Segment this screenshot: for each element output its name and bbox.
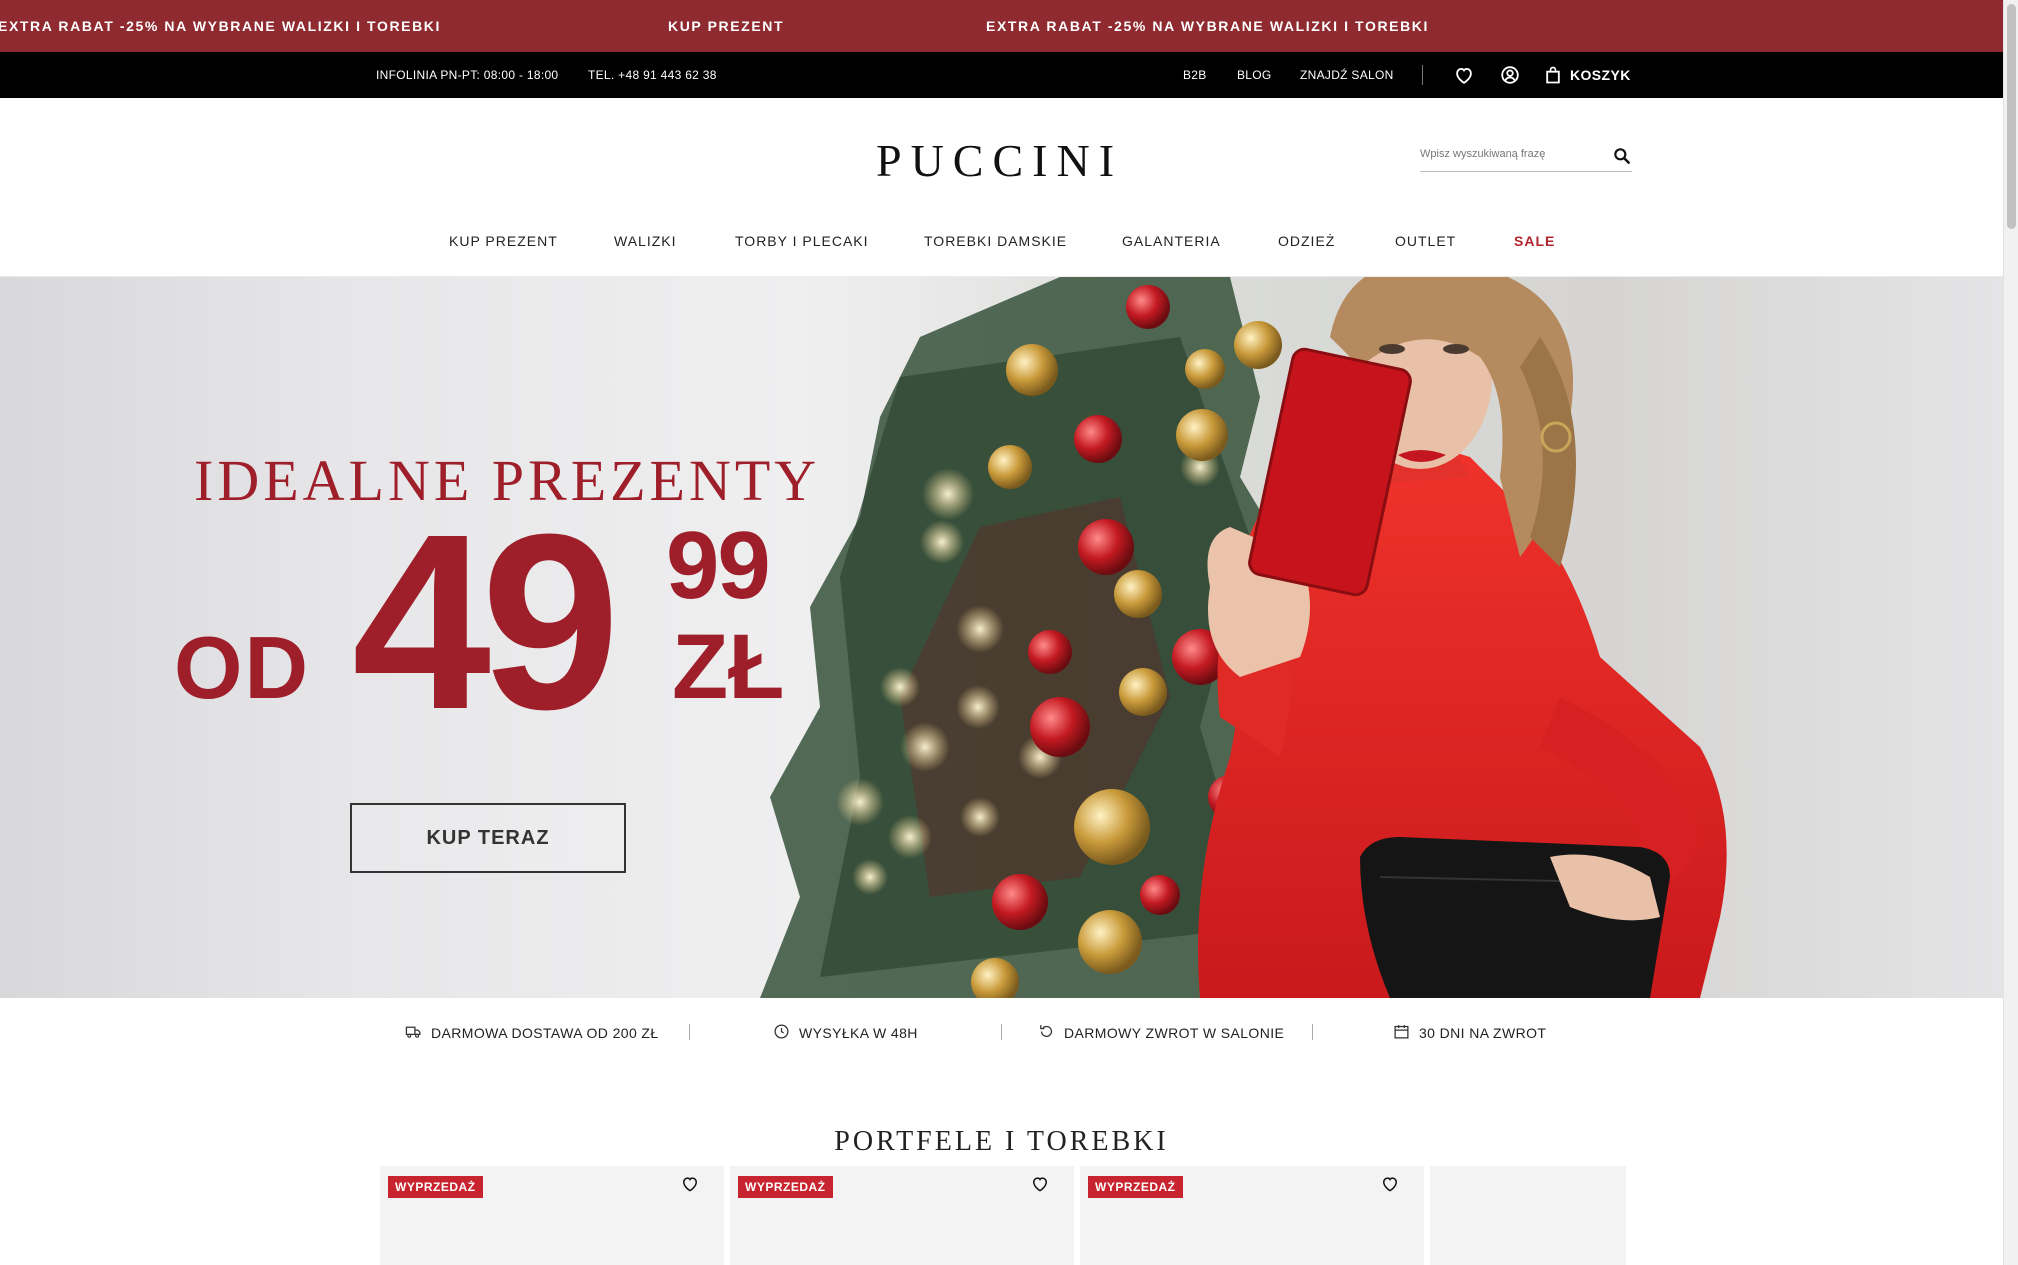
hotline-info: INFOLINIA PN-PT: 08:00 - 18:00 bbox=[376, 68, 559, 82]
promo-message[interactable]: EXTRA RABAT -25% NA WYBRANE WALIZKI I TO… bbox=[986, 18, 1429, 34]
divider bbox=[1422, 65, 1423, 85]
nav-item-outlet[interactable]: OUTLET bbox=[1395, 233, 1456, 249]
user-icon[interactable] bbox=[1499, 64, 1521, 86]
wishlist-heart-icon[interactable] bbox=[680, 1174, 700, 1194]
clock-icon bbox=[774, 1024, 789, 1039]
promo-bar: EXTRA RABAT -25% NA WYBRANE WALIZKI I TO… bbox=[0, 0, 2003, 52]
sale-badge: WYPRZEDAŻ bbox=[1088, 1176, 1183, 1198]
hero-price-cents: 99 bbox=[666, 512, 771, 619]
top-bar: INFOLINIA PN-PT: 08:00 - 18:00 TEL. +48 … bbox=[0, 52, 2003, 98]
shop-now-button[interactable]: KUP TERAZ bbox=[350, 803, 626, 873]
nav-item-sale[interactable]: SALE bbox=[1514, 233, 1555, 249]
phone-number[interactable]: TEL. +48 91 443 62 38 bbox=[588, 68, 717, 82]
section-title: PORTFELE I TOREBKI bbox=[834, 1126, 1169, 1157]
divider bbox=[1312, 1024, 1313, 1040]
cart-link[interactable]: KOSZYK bbox=[1570, 67, 1631, 83]
benefits-bar: DARMOWA DOSTAWA OD 200 ZŁ WYSYŁKA W 48H … bbox=[0, 998, 2003, 1068]
promo-message[interactable]: KUP PREZENT bbox=[668, 18, 784, 34]
nav-item-odziez[interactable]: ODZIEŻ bbox=[1278, 233, 1335, 249]
scrollbar-thumb[interactable] bbox=[2007, 4, 2016, 229]
hero-price: 49 bbox=[352, 482, 620, 761]
heart-icon[interactable] bbox=[1453, 64, 1475, 86]
page-scrollbar[interactable] bbox=[2003, 0, 2018, 1265]
product-card[interactable]: WYPRZEDAŻ bbox=[380, 1166, 724, 1265]
b2b-link[interactable]: B2B bbox=[1183, 68, 1207, 82]
hero-price-prefix: OD bbox=[174, 618, 310, 717]
calendar-icon bbox=[1394, 1025, 1409, 1039]
promo-message[interactable]: EXTRA RABAT -25% NA WYBRANE WALIZKI I TO… bbox=[0, 18, 441, 34]
sale-badge: WYPRZEDAŻ bbox=[738, 1176, 833, 1198]
benefit-label: 30 DNI NA ZWROT bbox=[1419, 1025, 1547, 1041]
benefit-label: WYSYŁKA W 48H bbox=[799, 1025, 918, 1041]
nav-item-torby-i-plecaki[interactable]: TORBY I PLECAKI bbox=[735, 233, 869, 249]
wishlist-heart-icon[interactable] bbox=[1030, 1174, 1050, 1194]
main-nav: KUP PREZENT WALIZKI TORBY I PLECAKI TORE… bbox=[0, 230, 2003, 280]
search-input[interactable] bbox=[1420, 148, 1600, 160]
product-card[interactable]: WYPRZEDAŻ bbox=[730, 1166, 1074, 1265]
search-icon[interactable] bbox=[1612, 146, 1632, 166]
nav-item-torebki-damskie[interactable]: TOREBKI DAMSKIE bbox=[924, 233, 1067, 249]
site-logo[interactable]: PUCCINI bbox=[876, 134, 1123, 187]
divider bbox=[689, 1024, 690, 1040]
find-store-link[interactable]: ZNAJDŹ SALON bbox=[1300, 68, 1394, 82]
product-card[interactable] bbox=[1430, 1166, 1626, 1265]
hero-currency: ZŁ bbox=[672, 616, 785, 718]
sale-badge: WYPRZEDAŻ bbox=[388, 1176, 483, 1198]
blog-link[interactable]: BLOG bbox=[1237, 68, 1272, 82]
product-card[interactable]: WYPRZEDAŻ bbox=[1080, 1166, 1424, 1265]
divider bbox=[1001, 1024, 1002, 1040]
nav-item-walizki[interactable]: WALIZKI bbox=[614, 233, 677, 249]
nav-item-galanteria[interactable]: GALANTERIA bbox=[1122, 233, 1221, 249]
nav-item-kup-prezent[interactable]: KUP PREZENT bbox=[449, 233, 558, 249]
truck-icon bbox=[405, 1026, 421, 1038]
bag-icon[interactable] bbox=[1543, 64, 1563, 86]
benefit-label: DARMOWY ZWROT W SALONIE bbox=[1064, 1025, 1285, 1041]
benefit-label: DARMOWA DOSTAWA OD 200 ZŁ bbox=[431, 1025, 659, 1041]
return-icon bbox=[1040, 1025, 1053, 1038]
hero-banner[interactable]: IDEALNE PREZENTY OD 49 99 ZŁ KUP TERAZ bbox=[0, 277, 2003, 998]
search-box bbox=[1420, 142, 1632, 172]
wishlist-heart-icon[interactable] bbox=[1380, 1174, 1400, 1194]
